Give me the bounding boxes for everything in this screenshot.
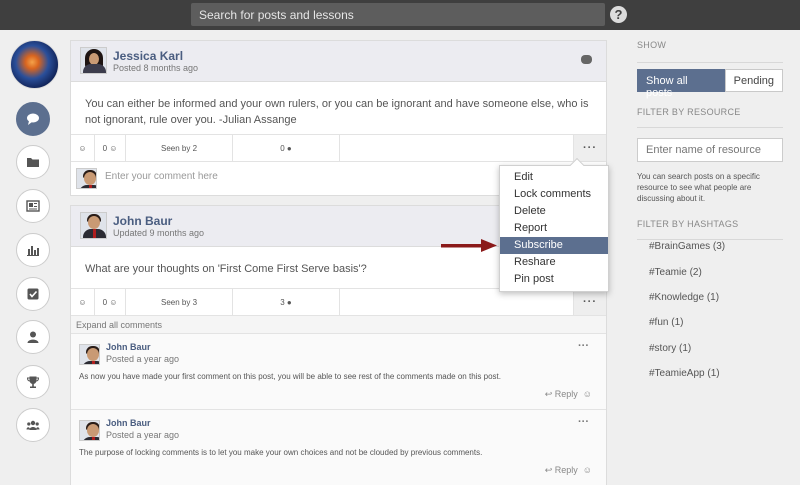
comment-count[interactable]: 0 ● [233,135,340,161]
reply-button[interactable]: ↩ Reply ☺ [545,465,592,476]
comment-item: John Baur Posted a year ago ··· The purp… [71,410,606,485]
resource-help-text: You can search posts on a specific resou… [637,172,760,203]
show-heading: SHOW [637,40,783,63]
post-stats: ☺ 0 ☺ Seen by 3 3 ● ··· [71,288,606,316]
hashtag-item[interactable]: #TeamieApp (1) [649,368,720,379]
pointer-arrow-icon [441,239,497,252]
menu-item-reshare[interactable]: Reshare [500,254,608,271]
reply-button[interactable]: ↩ Reply ☺ [545,389,592,400]
post-more-button[interactable]: ··· [574,289,606,315]
help-icon[interactable]: ? [610,6,627,23]
menu-item-report[interactable]: Report [500,220,608,237]
hashtag-item[interactable]: #Knowledge (1) [649,292,719,303]
hashtag-heading: FILTER BY HASHTAGS [637,219,783,240]
resource-search-input[interactable]: Enter name of resource [637,138,783,162]
post-author[interactable]: Jessica Karl [113,49,183,63]
smile-icon[interactable]: ☺ [71,289,95,315]
comment-avatar[interactable] [79,420,100,441]
seen-by[interactable]: Seen by 3 [126,289,233,315]
comment-bubble-icon[interactable] [581,55,592,64]
seen-by[interactable]: Seen by 2 [126,135,233,161]
show-all-posts-button[interactable]: Show all posts [637,69,725,99]
comment-more-button[interactable]: ··· [578,416,589,428]
trophy-icon[interactable] [16,365,50,399]
post-timestamp: Updated 9 months ago [113,228,205,238]
comment-timestamp: Posted a year ago [106,430,180,440]
comment-item: John Baur Posted a year ago ··· As now y… [71,334,606,410]
filter-sidebar: SHOW Show all posts Pending FILTER BY RE… [637,40,783,240]
author-avatar[interactable] [80,212,107,239]
comment-author[interactable]: John Baur [106,418,151,428]
post-body: You can either be informed and your own … [85,98,589,126]
stats-spacer [340,135,574,161]
bar-chart-icon[interactable] [16,233,50,267]
menu-item-edit[interactable]: Edit [500,169,608,186]
hashtag-item[interactable]: #Teamie (2) [649,267,702,278]
site-logo[interactable] [10,40,59,89]
comment-author[interactable]: John Baur [106,342,151,352]
menu-item-lock-comments[interactable]: Lock comments [500,186,608,203]
comment-text: The purpose of locking comments is to le… [79,448,483,457]
current-user-avatar [76,168,97,189]
top-bar: Search for posts and lessons ? [0,0,800,30]
menu-item-subscribe[interactable]: Subscribe [500,237,608,254]
pending-button[interactable]: Pending [724,69,783,92]
hashtag-item[interactable]: #BrainGames (3) [649,241,725,252]
folder-icon[interactable] [16,145,50,179]
comment-more-button[interactable]: ··· [578,340,589,352]
comment-input[interactable]: Enter your comment here [105,171,218,182]
comment-timestamp: Posted a year ago [106,354,180,364]
chat-icon[interactable] [16,102,50,136]
menu-item-delete[interactable]: Delete [500,203,608,220]
group-icon[interactable] [16,408,50,442]
expand-comments-link[interactable]: Expand all comments [71,316,606,334]
post-author[interactable]: John Baur [113,214,172,228]
newspaper-icon[interactable] [16,189,50,223]
post-stats: ☺ 0 ☺ Seen by 2 0 ● ··· [71,134,606,162]
likes-count[interactable]: 0 ☺ [95,289,126,315]
post-timestamp: Posted 8 months ago [113,63,199,73]
stats-spacer [340,289,574,315]
post-header: Jessica Karl Posted 8 months ago [71,41,606,82]
hashtag-item[interactable]: #story (1) [649,343,691,354]
post-options-menu: Edit Lock comments Delete Report Subscri… [499,157,609,292]
search-input[interactable]: Search for posts and lessons [191,3,605,26]
user-icon[interactable] [16,320,50,354]
resource-heading: FILTER BY RESOURCE [637,107,783,128]
show-toggle: Show all posts Pending [637,69,783,99]
menu-item-pin-post[interactable]: Pin post [500,271,608,288]
author-avatar[interactable] [80,47,107,74]
hashtag-item[interactable]: #fun (1) [649,317,683,328]
likes-count[interactable]: 0 ☺ [95,135,126,161]
smile-icon[interactable]: ☺ [71,135,95,161]
comment-text: As now you have made your first comment … [79,372,501,381]
checkbox-icon[interactable] [16,277,50,311]
comment-avatar[interactable] [79,344,100,365]
comment-count[interactable]: 3 ● [233,289,340,315]
post-more-button[interactable]: ··· [574,135,606,161]
